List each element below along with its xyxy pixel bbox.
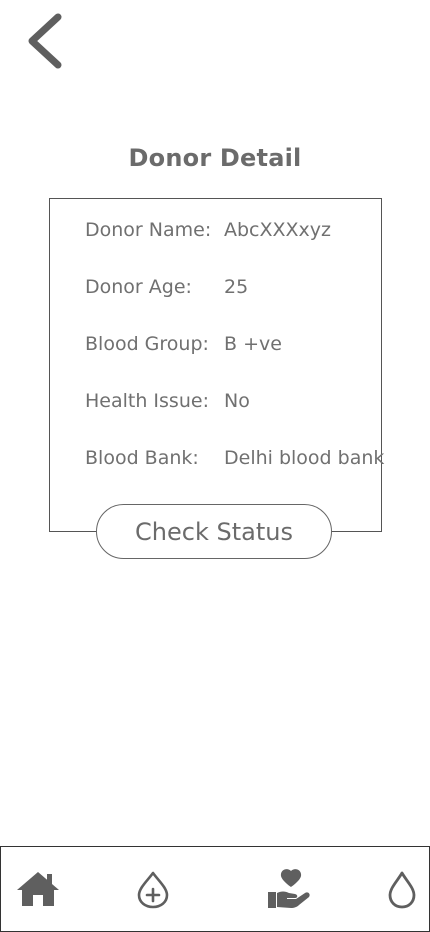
detail-label: Health Issue: bbox=[85, 390, 209, 412]
detail-value: Delhi blood bank bbox=[224, 447, 385, 469]
add-blood-drop-icon bbox=[137, 871, 169, 909]
detail-label: Donor Age: bbox=[85, 276, 192, 298]
donor-detail-card: Donor Name: AbcXXXxyz Donor Age: 25 Bloo… bbox=[49, 198, 385, 532]
detail-label: Blood Bank: bbox=[85, 447, 199, 469]
blood-drop-icon bbox=[388, 871, 416, 909]
nav-item-donate[interactable] bbox=[254, 847, 324, 931]
detail-label: Blood Group: bbox=[85, 333, 209, 355]
nav-item-home[interactable] bbox=[3, 847, 73, 931]
detail-value: B +ve bbox=[224, 333, 282, 355]
home-icon bbox=[17, 872, 59, 906]
nav-item-add-blood[interactable] bbox=[118, 847, 188, 931]
page-title: Donor Detail bbox=[128, 144, 302, 172]
chevron-left-icon bbox=[28, 13, 62, 69]
detail-value: No bbox=[224, 390, 250, 412]
bottom-nav bbox=[0, 846, 430, 932]
back-button[interactable] bbox=[18, 10, 70, 72]
detail-value: 25 bbox=[224, 276, 249, 298]
detail-label: Donor Name: bbox=[85, 219, 212, 241]
detail-value: AbcXXXxyz bbox=[224, 219, 332, 241]
check-status-button[interactable]: Check Status bbox=[96, 504, 332, 559]
nav-item-blood-drop[interactable] bbox=[367, 847, 430, 931]
heart-in-hand-icon bbox=[268, 869, 310, 908]
